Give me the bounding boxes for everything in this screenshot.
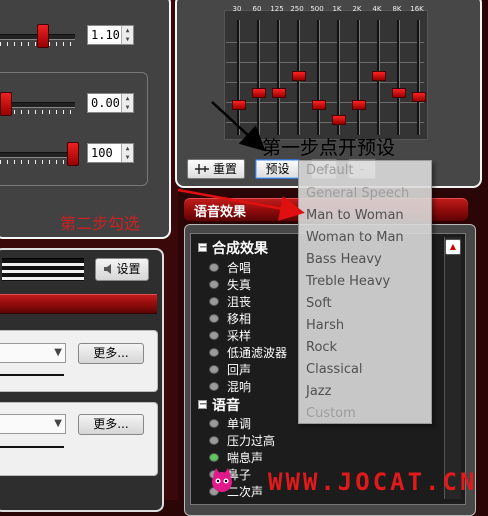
annotation-arrows bbox=[177, 101, 305, 221]
site-watermark: WWW.JOCAT.CN bbox=[268, 468, 478, 496]
step-2-arrow bbox=[177, 188, 305, 221]
cat-logo-icon bbox=[210, 468, 234, 494]
step-1-arrow bbox=[211, 101, 266, 152]
